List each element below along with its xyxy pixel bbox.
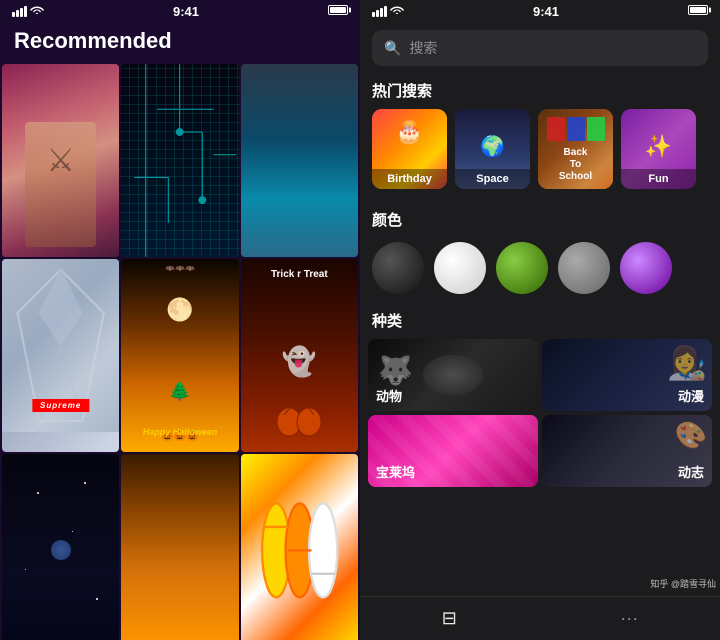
left-battery-icon — [328, 5, 348, 18]
space-label: Space — [455, 169, 530, 189]
left-time: 9:41 — [44, 4, 328, 19]
color-green[interactable] — [496, 242, 548, 294]
right-more-icon: ··· — [620, 608, 638, 629]
left-panel: 9:41 Recommended — [0, 0, 360, 640]
left-header: Recommended — [0, 22, 360, 64]
right-home-icon[interactable]: ⊟ — [442, 608, 457, 629]
category-section: 种类 🐺 动物 👩‍🎨 动漫 — [360, 304, 720, 596]
trick-treat-text: Trick r Treat — [241, 269, 358, 280]
hot-search-fun[interactable]: ✨ Fun — [621, 109, 696, 189]
right-battery-icon — [688, 5, 708, 18]
search-placeholder-text: 搜索 — [409, 38, 437, 58]
category-animals[interactable]: 🐺 动物 — [368, 339, 538, 411]
logo-label: 动志 — [678, 462, 704, 481]
grid-item-diamond[interactable]: Supreme — [2, 259, 119, 452]
anime-label: 动漫 — [678, 386, 704, 405]
birthday-label: Birthday — [372, 169, 447, 189]
grid-item-space[interactable] — [2, 454, 119, 640]
left-status-bar: 9:41 — [0, 0, 360, 22]
grid-item-autumn[interactable] — [121, 454, 238, 640]
wallpaper-grid: Supreme 🌕 🦇🦇🦇 🌲 🎃🎃🎃 Happy Halloween Tric… — [0, 64, 360, 640]
back-to-school-label: Back ToSchool — [557, 147, 595, 183]
hot-search-list: 🎂 Birthday 🌍 Space Back ToSchool ✨ Fun — [360, 109, 720, 199]
hot-search-title: 热门搜索 — [360, 74, 720, 109]
color-list — [360, 238, 720, 298]
hot-search-space[interactable]: 🌍 Space — [455, 109, 530, 189]
right-status-bar: 9:41 — [360, 0, 720, 22]
bollywood-label: 宝莱坞 — [376, 462, 415, 481]
grid-item-warrior[interactable] — [2, 64, 119, 257]
color-purple[interactable] — [620, 242, 672, 294]
colors-title: 颜色 — [360, 203, 720, 238]
color-gray[interactable] — [558, 242, 610, 294]
grid-item-trick-treat[interactable]: Trick r Treat 👻 — [241, 259, 358, 452]
fun-label: Fun — [621, 169, 696, 189]
hot-search-birthday[interactable]: 🎂 Birthday — [372, 109, 447, 189]
color-section: 颜色 — [360, 199, 720, 304]
right-bottom-bar: ⊟ ··· — [360, 596, 720, 640]
right-panel: 9:41 🔍 搜索 热门搜索 🎂 Birthday 🌍 Space — [360, 0, 720, 640]
categories-title: 种类 — [360, 304, 720, 339]
grid-item-ocean[interactable] — [241, 64, 358, 257]
category-bollywood[interactable]: 宝莱坞 — [368, 415, 538, 487]
search-magnify-icon: 🔍 — [384, 40, 401, 57]
grid-item-circuit[interactable] — [121, 64, 238, 257]
color-white[interactable] — [434, 242, 486, 294]
grid-item-halloween[interactable]: 🌕 🦇🦇🦇 🌲 🎃🎃🎃 Happy Halloween — [121, 259, 238, 452]
color-black[interactable] — [372, 242, 424, 294]
left-wifi-icon — [30, 5, 44, 18]
category-anime[interactable]: 👩‍🎨 动漫 — [542, 339, 712, 411]
category-logo[interactable]: 🎨 动志 — [542, 415, 712, 487]
category-grid: 🐺 动物 👩‍🎨 动漫 宝莱坞 🎨 — [360, 339, 720, 487]
right-wifi-icon — [390, 5, 404, 18]
right-time: 9:41 — [404, 4, 688, 19]
search-bar-container: 🔍 搜索 — [360, 22, 720, 74]
search-bar[interactable]: 🔍 搜索 — [372, 30, 708, 66]
halloween-text: Happy Halloween — [121, 427, 238, 437]
hot-search-back-to-school[interactable]: Back ToSchool — [538, 109, 613, 189]
left-signal-icon — [12, 6, 27, 17]
grid-item-candy[interactable] — [241, 454, 358, 640]
animals-label: 动物 — [376, 386, 402, 405]
page-title: Recommended — [14, 28, 172, 53]
right-signal-icon — [372, 6, 387, 17]
